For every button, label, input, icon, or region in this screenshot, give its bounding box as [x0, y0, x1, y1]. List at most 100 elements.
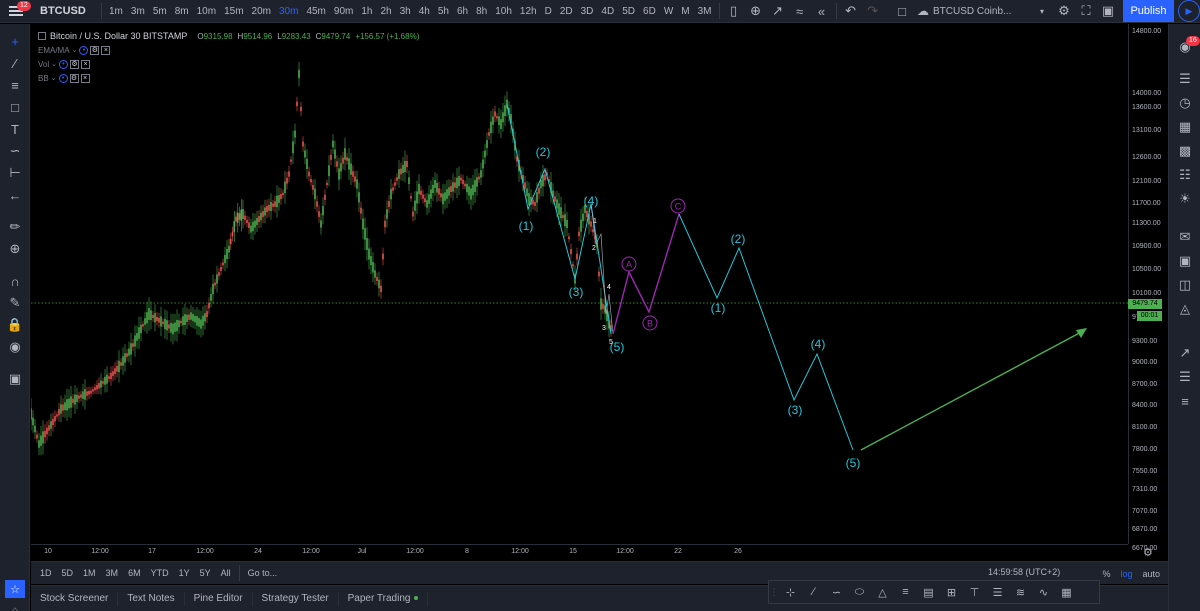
- elliott-wave-icon[interactable]: ∿: [1032, 581, 1055, 603]
- close-icon[interactable]: ×: [101, 45, 111, 55]
- lock-icon[interactable]: 🔒: [6, 316, 24, 334]
- interval-2d[interactable]: 2D: [556, 0, 577, 23]
- interval-4d[interactable]: 4D: [597, 0, 618, 23]
- range-6m[interactable]: 6M: [123, 568, 146, 578]
- symbol-search[interactable]: BTCUSD: [32, 5, 98, 17]
- range-5y[interactable]: 5Y: [195, 568, 216, 578]
- tab-stock-screener[interactable]: Stock Screener: [31, 591, 119, 606]
- indicator-row-vol[interactable]: Vol ⌄ • ⚙ ×: [38, 57, 419, 71]
- settings-icon[interactable]: ⚙: [69, 73, 79, 83]
- favorites-star-icon[interactable]: ☆: [5, 580, 25, 598]
- interval-3m[interactable]: 3m: [127, 0, 149, 23]
- interval-90m[interactable]: 90m: [330, 0, 357, 23]
- menu-button[interactable]: 12: [0, 0, 32, 23]
- eye-icon[interactable]: •: [79, 45, 89, 55]
- layout-icon[interactable]: □: [891, 0, 913, 23]
- gann-icon[interactable]: ⊞: [940, 581, 963, 603]
- chat-icon[interactable]: ✉: [1176, 228, 1194, 246]
- interval-4h[interactable]: 4h: [415, 0, 434, 23]
- trash-icon[interactable]: ▣: [6, 370, 24, 388]
- publish-button[interactable]: Publish: [1123, 0, 1174, 22]
- collapse-icon[interactable]: [38, 32, 46, 40]
- fullscreen-icon[interactable]: ⛶: [1075, 0, 1097, 23]
- back-arrow-icon[interactable]: ←: [6, 186, 24, 204]
- range-3m[interactable]: 3M: [101, 568, 124, 578]
- auto-toggle[interactable]: auto: [1142, 569, 1160, 579]
- saved-layout-chip[interactable]: ☁ BTCUSD Coinb...: [913, 2, 1031, 20]
- chart-pane[interactable]: (1) (2) (3) (4) (5) (1) (2) (3) (4) (5) 1 2 3 4 5 A B C: [31, 24, 1128, 544]
- data-window-icon[interactable]: ▦: [1176, 118, 1194, 136]
- regression-icon[interactable]: ≋: [1009, 581, 1032, 603]
- play-icon[interactable]: ▶: [1178, 0, 1200, 22]
- calendar-icon[interactable]: ☷: [1176, 166, 1194, 184]
- interval-15m[interactable]: 15m: [220, 0, 247, 23]
- tab-paper-trading[interactable]: Paper Trading: [339, 591, 429, 606]
- hotlist-icon[interactable]: ▩: [1176, 142, 1194, 160]
- interval-1m[interactable]: 1m: [105, 0, 127, 23]
- interval-30m[interactable]: 30m: [275, 0, 302, 23]
- range-all[interactable]: All: [216, 568, 236, 578]
- text-icon[interactable]: ⊤: [963, 581, 986, 603]
- zoom-in-icon[interactable]: ⊕: [6, 240, 24, 258]
- interval-w[interactable]: W: [660, 0, 677, 23]
- streams-icon[interactable]: ▣: [1176, 252, 1194, 270]
- price-range-icon[interactable]: ▦: [1055, 581, 1078, 603]
- trend-icon[interactable]: ↗: [1176, 344, 1194, 362]
- goto-button[interactable]: Go to...: [243, 568, 283, 578]
- chevron-down-icon[interactable]: ⌄: [51, 60, 57, 68]
- dropdown-chevron-icon[interactable]: ▾: [1031, 0, 1053, 23]
- interval-3h[interactable]: 3h: [396, 0, 415, 23]
- interval-20m[interactable]: 20m: [248, 0, 275, 23]
- tab-pine-editor[interactable]: Pine Editor: [185, 591, 253, 606]
- watchlist-icon[interactable]: ☰: [1176, 70, 1194, 88]
- interval-6h[interactable]: 6h: [453, 0, 472, 23]
- tab-text-notes[interactable]: Text Notes: [118, 591, 185, 606]
- undo-icon[interactable]: ↶: [840, 0, 862, 23]
- eye-icon[interactable]: •: [58, 73, 68, 83]
- interval-3m[interactable]: 3M: [694, 0, 716, 23]
- notifications-icon[interactable]: ◬: [1176, 300, 1194, 318]
- interval-2h[interactable]: 2h: [376, 0, 395, 23]
- chat-bubble-icon[interactable]: ◫: [1176, 276, 1194, 294]
- ideas-icon[interactable]: ☀: [1176, 190, 1194, 208]
- clock[interactable]: 14:59:58 (UTC+2): [988, 567, 1060, 577]
- settings-icon[interactable]: ⚙: [90, 45, 100, 55]
- interval-d[interactable]: D: [541, 0, 556, 23]
- eye-icon[interactable]: •: [59, 59, 68, 69]
- add-indicator-icon[interactable]: ⊕: [745, 0, 767, 23]
- triangle-icon[interactable]: △: [871, 581, 894, 603]
- rewind-icon[interactable]: «: [811, 0, 833, 23]
- indicator-row-bb[interactable]: BB ⌄ • ⚙ ×: [38, 71, 419, 85]
- drag-handle-icon[interactable]: ⋮: [769, 581, 779, 603]
- tab-strategy-tester[interactable]: Strategy Tester: [253, 591, 339, 606]
- percent-toggle[interactable]: %: [1102, 569, 1110, 579]
- fib-channel-icon[interactable]: ▤: [917, 581, 940, 603]
- chevron-down-icon[interactable]: ⌄: [72, 46, 78, 54]
- range-1d[interactable]: 1D: [35, 568, 57, 578]
- interval-3d[interactable]: 3D: [577, 0, 598, 23]
- interval-10m[interactable]: 10m: [193, 0, 220, 23]
- stay-drawing-icon[interactable]: ✎: [6, 294, 24, 312]
- crosshair-icon[interactable]: +: [6, 32, 24, 50]
- dom-icon[interactable]: ≡: [1176, 392, 1194, 410]
- gear-icon[interactable]: ⚙: [1053, 0, 1075, 23]
- pattern-icon[interactable]: ∽: [6, 142, 24, 160]
- ellipse-icon[interactable]: ⬭: [848, 581, 871, 603]
- interval-8h[interactable]: 8h: [472, 0, 491, 23]
- time-axis[interactable]: 10 12:00 17 12:00 24 12:00 Jul 12:00 8 12:00 15 12:…: [31, 544, 1128, 560]
- eye-icon[interactable]: ◉: [6, 338, 24, 356]
- order-panel-icon[interactable]: ☰: [1176, 368, 1194, 386]
- price-axis[interactable]: 14800.00 14000.00 13600.00 13100.00 12600.00…: [1128, 24, 1168, 569]
- redo-icon[interactable]: ↷: [862, 0, 884, 23]
- text-icon[interactable]: T: [6, 120, 24, 138]
- interval-5m[interactable]: 5m: [149, 0, 171, 23]
- indicators-icon[interactable]: ≈: [789, 0, 811, 23]
- interval-8m[interactable]: 8m: [171, 0, 193, 23]
- pitchfork-icon[interactable]: ≡: [6, 76, 24, 94]
- rectangle-icon[interactable]: □: [6, 98, 24, 116]
- range-ytd[interactable]: YTD: [146, 568, 174, 578]
- candle-style-icon[interactable]: ▯: [723, 0, 745, 23]
- close-icon[interactable]: ×: [80, 73, 90, 83]
- fib-icon[interactable]: ≡: [894, 581, 917, 603]
- range-1y[interactable]: 1Y: [174, 568, 195, 578]
